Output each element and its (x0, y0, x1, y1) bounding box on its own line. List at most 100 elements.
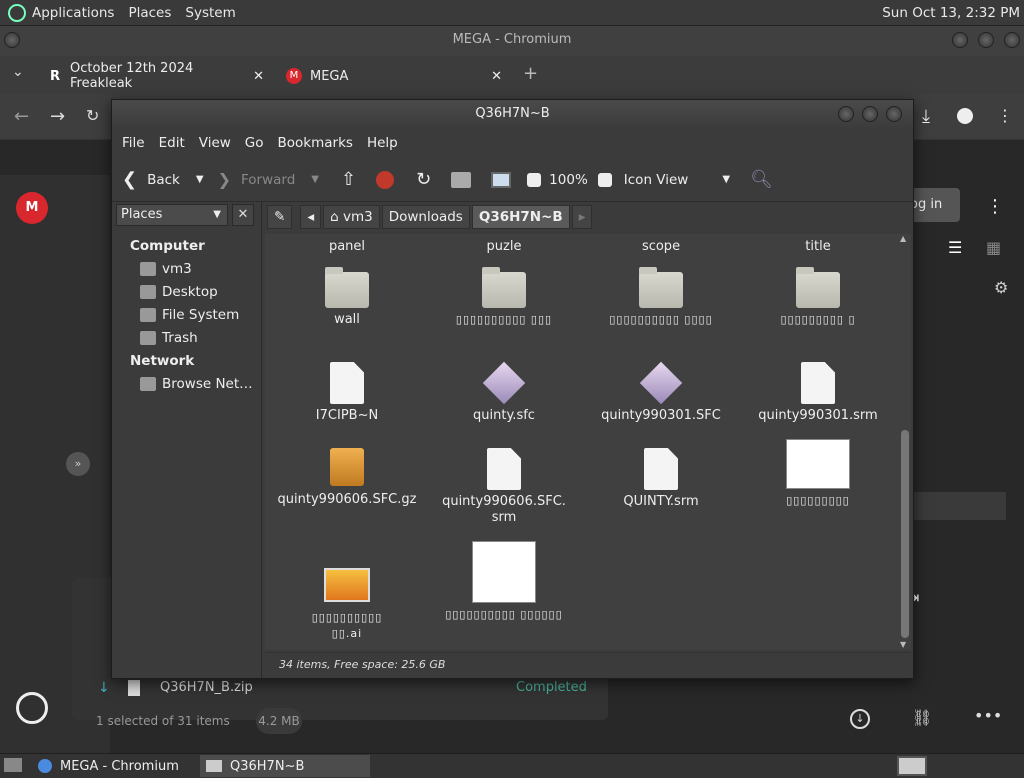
document-icon (644, 448, 678, 490)
home-icon[interactable] (451, 171, 472, 188)
file-item[interactable]: QUINTY.srm (586, 448, 736, 510)
fm-minimize-icon[interactable] (838, 106, 854, 122)
folder-item[interactable]: ▯▯▯▯▯▯▯▯▯▯ ▯▯▯▯ (586, 267, 736, 328)
places-menu[interactable]: Places (128, 5, 171, 21)
places-selector[interactable]: Places ▼ (116, 204, 228, 226)
scrollbar-thumb[interactable] (901, 430, 909, 638)
file-item-title[interactable]: title (743, 239, 893, 255)
folder-item[interactable]: wall (272, 267, 422, 328)
ellipsis-icon[interactable]: ••• (974, 706, 1002, 725)
computer-icon[interactable] (491, 171, 512, 188)
close-sidebar-icon[interactable]: ✕ (232, 204, 254, 226)
scroll-up-icon[interactable]: ▲ (900, 234, 906, 243)
taskbar-item-filemanager[interactable]: Q36H7N~B (200, 755, 370, 777)
icon-view[interactable]: panel puzle scope title wall ▯▯▯▯▯▯▯▯▯▯ … (265, 234, 899, 650)
applications-menu[interactable]: Applications (32, 5, 114, 21)
file-item[interactable]: quinty990606.SFC. srm (429, 448, 579, 526)
grid-view-icon[interactable]: ▦ (986, 238, 1001, 257)
window-menu-icon[interactable] (4, 32, 20, 48)
link-icon[interactable]: ⛓ (912, 708, 932, 727)
file-item-panel[interactable]: panel (272, 239, 422, 255)
back-button[interactable]: ❮ Back ▼ (122, 169, 204, 190)
reload-icon[interactable]: ↻ (86, 106, 99, 125)
item-label: quinty990301.srm (758, 408, 878, 423)
breadcrumb-downloads[interactable]: Downloads (381, 205, 470, 229)
stop-icon[interactable] (376, 170, 395, 189)
file-item[interactable]: quinty990301.srm (743, 362, 893, 424)
sidebar-item-browse-network[interactable]: Browse Net… (140, 376, 253, 392)
expand-icon[interactable]: » (66, 452, 90, 476)
show-desktop-icon[interactable] (4, 758, 22, 772)
folder-item[interactable]: ▯▯▯▯▯▯▯▯▯ ▯ (743, 267, 893, 328)
apps-menu-icon[interactable] (8, 3, 26, 22)
sidebar-item-desktop[interactable]: Desktop (140, 284, 218, 300)
profile-icon[interactable] (957, 108, 973, 124)
tab-close-icon[interactable]: ✕ (253, 69, 264, 84)
tab-mega[interactable]: M MEGA ✕ (278, 62, 510, 90)
taskbar-item-chromium[interactable]: MEGA - Chromium (32, 755, 196, 777)
back-arrow-icon[interactable]: ← (14, 106, 29, 127)
minimize-icon[interactable] (952, 32, 968, 48)
tab-search-icon[interactable]: ⌄ (12, 64, 24, 80)
breadcrumb-current[interactable]: Q36H7N~B (471, 205, 570, 229)
reload-icon[interactable]: ↻ (416, 169, 431, 190)
menu-view[interactable]: View (199, 135, 231, 151)
scroll-down-icon[interactable]: ▼ (900, 640, 906, 649)
search-icon[interactable]: 🔍︎ (750, 169, 773, 190)
folder-icon (796, 267, 840, 308)
tab-close-icon[interactable]: ✕ (491, 69, 502, 84)
file-item[interactable]: ▯▯▯▯▯▯▯▯▯▯ ▯▯.ai (272, 564, 422, 642)
sync-icon[interactable] (16, 692, 48, 724)
clock[interactable]: Sun Oct 13, 2:32 PM (882, 5, 1020, 21)
file-item[interactable]: quinty990301.SFC (586, 361, 736, 424)
fm-maximize-icon[interactable] (862, 106, 878, 122)
close-icon[interactable] (1004, 32, 1020, 48)
menu-help[interactable]: Help (367, 135, 398, 151)
download-icon[interactable]: ⤓ (922, 106, 930, 127)
breadcrumb-label: vm3 (342, 209, 373, 225)
fm-close-icon[interactable] (886, 106, 902, 122)
menu-file[interactable]: File (122, 135, 145, 151)
forward-dropdown-icon[interactable]: ▼ (311, 174, 319, 185)
item-label: wall (334, 312, 360, 327)
sidebar-item-vm3[interactable]: vm3 (140, 261, 192, 277)
download-circle-icon[interactable]: ↓ (850, 709, 870, 729)
path-back-icon[interactable]: ◂ (300, 205, 322, 229)
item-label: quinty990606.SFC. srm (442, 494, 566, 525)
menu-edit[interactable]: Edit (159, 135, 185, 151)
up-icon[interactable]: ⇧ (341, 169, 356, 190)
back-dropdown-icon[interactable]: ▼ (196, 174, 204, 185)
sidebar-item-trash[interactable]: Trash (140, 330, 198, 346)
forward-button[interactable]: ❯ Forward ▼ (218, 170, 319, 189)
file-item[interactable]: I7CIPB~N (272, 362, 422, 424)
breadcrumb-vm3[interactable]: ⌂ vm3 (323, 205, 380, 229)
download-filename[interactable]: Q36H7N_B.zip (160, 680, 253, 695)
tab-freakleak[interactable]: R October 12th 2024 Freakleak ✕ (40, 61, 272, 91)
file-item[interactable]: ▯▯▯▯▯▯▯▯▯▯ ▯▯▯▯▯▯ (429, 541, 579, 623)
sidebar-item-filesystem[interactable]: File System (140, 307, 239, 323)
folder-item[interactable]: ▯▯▯▯▯▯▯▯▯▯ ▯▯▯ (429, 267, 579, 328)
maximize-icon[interactable] (978, 32, 994, 48)
zoom-in-icon[interactable] (597, 172, 612, 187)
menu-go[interactable]: Go (245, 135, 264, 151)
file-item[interactable]: quinty990606.SFC.gz (272, 448, 422, 508)
mega-more-icon[interactable]: ⋮ (986, 196, 1004, 217)
system-menu[interactable]: System (185, 5, 235, 21)
zoom-out-icon[interactable] (527, 172, 542, 187)
new-tab-button[interactable]: + (523, 63, 538, 84)
chrome-menu-icon[interactable]: ⋮ (997, 106, 1013, 125)
file-item[interactable]: quinty.sfc (429, 361, 579, 424)
workspace-switcher-icon[interactable] (897, 756, 927, 776)
file-item[interactable]: ▯▯▯▯▯▯▯▯▯ (743, 439, 893, 509)
menu-bookmarks[interactable]: Bookmarks (278, 135, 353, 151)
edit-location-icon[interactable]: ✎ (267, 205, 293, 229)
folder-icon (639, 267, 683, 308)
file-item-puzle[interactable]: puzle (429, 239, 579, 255)
mega-logo-icon[interactable]: M (16, 192, 48, 224)
path-forward-icon[interactable]: ▸ (571, 205, 593, 229)
view-mode-select[interactable]: Icon View ▼ (624, 172, 730, 188)
settings-gear-icon[interactable]: ⚙ (994, 278, 1008, 297)
forward-arrow-icon[interactable]: → (50, 106, 65, 127)
file-item-scope[interactable]: scope (586, 239, 736, 255)
list-view-icon[interactable]: ☰ (948, 238, 962, 257)
